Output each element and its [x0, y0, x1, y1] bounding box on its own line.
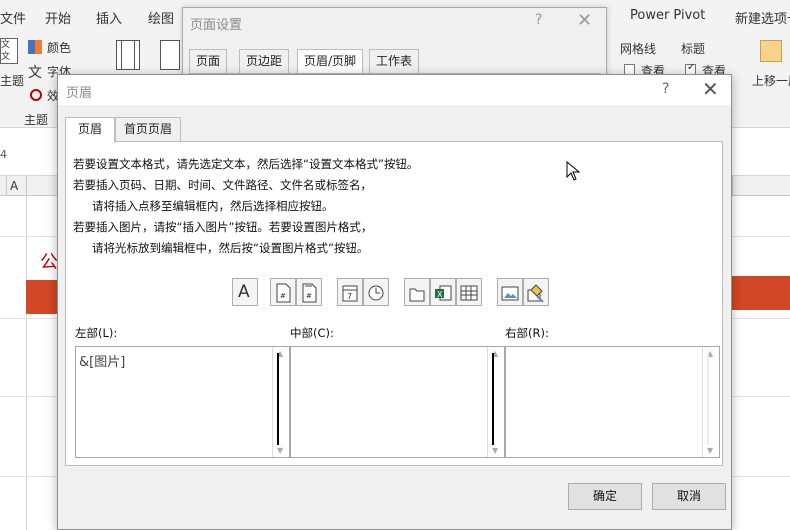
insert-date-icon: 7: [342, 285, 358, 302]
left-section-scrollbar[interactable]: ▲ ▼: [272, 347, 289, 457]
insert-page-number-icon: #: [276, 283, 291, 303]
insert-picture-button[interactable]: [497, 278, 523, 306]
left-section-input[interactable]: &[图片] ▲ ▼: [75, 346, 290, 458]
insert-file-path-icon: [409, 288, 425, 302]
tab-header-footer[interactable]: 页眉/页脚: [297, 49, 364, 73]
cancel-button[interactable]: 取消: [652, 483, 726, 510]
tab-home[interactable]: 开始: [45, 8, 71, 27]
colors-icon: [28, 40, 42, 54]
name-box-fragment[interactable]: 4: [0, 148, 7, 161]
insert-file-path-button[interactable]: [404, 278, 430, 306]
group-theme-label: 主题: [24, 113, 49, 127]
mouse-cursor-icon: [566, 161, 580, 181]
instruction-line-5: 请将光标放到编辑框中，然后按“设置图片格式”按钮。: [92, 241, 369, 255]
insert-page-count-button[interactable]: #: [296, 278, 322, 306]
center-section-scrollbar[interactable]: ▲ ▼: [487, 347, 504, 457]
sheet-banner-left: [26, 280, 58, 314]
instruction-line-3: 请将插入点移至编辑框内，然后选择相应按钮。: [92, 199, 334, 213]
format-picture-icon: [527, 284, 544, 303]
left-section-label: 左部(L):: [75, 326, 118, 340]
svg-text:#: #: [280, 292, 286, 300]
center-section-input[interactable]: ▲ ▼: [290, 346, 505, 458]
tab-first-page-header[interactable]: 首页页眉: [115, 117, 181, 142]
svg-text:X: X: [437, 290, 443, 299]
header-dialog: 页眉 ? ✕ 页眉 首页页眉 若要设置文本格式，请先选定文本，然后选择“设置文本…: [57, 74, 732, 530]
tab-page[interactable]: 页面: [189, 49, 228, 73]
right-section-scrollbar[interactable]: ▲ ▼: [702, 347, 719, 457]
gridlines-label: 网格线: [620, 42, 657, 56]
bring-forward-label: 上移一层: [752, 74, 790, 88]
scroll-down-icon[interactable]: ▼: [277, 446, 283, 455]
tab-draw[interactable]: 绘图: [148, 8, 174, 27]
insert-sheet-name-icon: [460, 285, 478, 301]
colors-label: 颜色: [47, 41, 72, 55]
insert-page-number-button[interactable]: #: [270, 278, 296, 306]
bring-forward-icon: [760, 40, 782, 62]
header-dialog-title: 页眉: [66, 86, 93, 101]
tab-margins[interactable]: 页边距: [239, 49, 290, 73]
instruction-line-1: 若要设置文本格式，请先选定文本，然后选择“设置文本格式”按钮。: [73, 157, 419, 171]
header-dialog-titlebar: 页眉 ? ✕: [58, 75, 731, 105]
tab-sheet[interactable]: 工作表: [369, 49, 420, 73]
tab-insert[interactable]: 插入: [96, 8, 122, 27]
svg-text:7: 7: [347, 292, 352, 301]
scroll-down-icon[interactable]: ▼: [492, 446, 498, 455]
svg-text:#: #: [306, 292, 312, 300]
tab-power-pivot[interactable]: Power Pivot: [630, 8, 705, 23]
format-text-button[interactable]: A: [232, 278, 258, 306]
effects-icon: [30, 89, 42, 101]
colors-button[interactable]: 颜色: [28, 38, 88, 56]
insert-time-icon: [368, 285, 384, 301]
ok-button[interactable]: 确定: [568, 483, 642, 510]
right-section-input[interactable]: ▲ ▼: [505, 346, 720, 458]
format-text-icon: A: [238, 282, 250, 302]
page-setup-title: 页面设置: [190, 18, 243, 33]
tab-new[interactable]: 新建选项卡: [735, 8, 790, 27]
sheet-banner-right: [732, 276, 790, 310]
insert-sheet-name-button[interactable]: [456, 278, 482, 306]
header-panel: 若要设置文本格式，请先选定文本，然后选择“设置文本格式”按钮。 若要插入页码、日…: [65, 141, 723, 466]
instruction-line-4: 若要插入图片，请按“插入图片”按钮。若要设置图片格式，: [73, 220, 373, 234]
insert-file-name-button[interactable]: X: [430, 278, 456, 306]
orientation-icon[interactable]: [160, 40, 180, 70]
check-icon: ✓: [687, 62, 696, 73]
fonts-icon: 文: [28, 65, 42, 81]
tab-header[interactable]: 页眉: [65, 117, 115, 143]
insert-page-count-icon: #: [302, 283, 317, 303]
insert-picture-icon: [501, 286, 519, 301]
right-section-label: 右部(R):: [505, 326, 549, 340]
column-header-a[interactable]: A: [10, 179, 18, 193]
tab-file[interactable]: 文件: [0, 8, 26, 27]
headings-label: 标题: [681, 42, 706, 56]
themes-label: 主题: [0, 74, 25, 88]
margins-icon[interactable]: [116, 40, 140, 70]
instruction-line-2: 若要插入页码、日期、时间、文件路径、文件名或标签名，: [73, 178, 372, 192]
insert-time-button[interactable]: [363, 278, 389, 306]
themes-button[interactable]: 文文 主题: [0, 38, 24, 98]
themes-icon: 文文: [0, 38, 18, 64]
bring-forward-button[interactable]: 上移一层: [752, 38, 790, 108]
sheet-title-fragment: 公: [40, 252, 58, 273]
insert-date-button[interactable]: 7: [337, 278, 363, 306]
close-icon[interactable]: ✕: [702, 77, 719, 101]
scroll-down-icon[interactable]: ▼: [707, 446, 713, 455]
center-section-label: 中部(C):: [290, 326, 334, 340]
page-setup-close-icon[interactable]: ✕: [577, 10, 592, 31]
format-picture-button[interactable]: [523, 278, 549, 306]
left-section-value: &[图片]: [79, 355, 126, 370]
help-icon[interactable]: ?: [662, 81, 669, 97]
insert-file-name-icon: X: [435, 285, 452, 301]
page-setup-help-icon[interactable]: ?: [535, 12, 542, 28]
